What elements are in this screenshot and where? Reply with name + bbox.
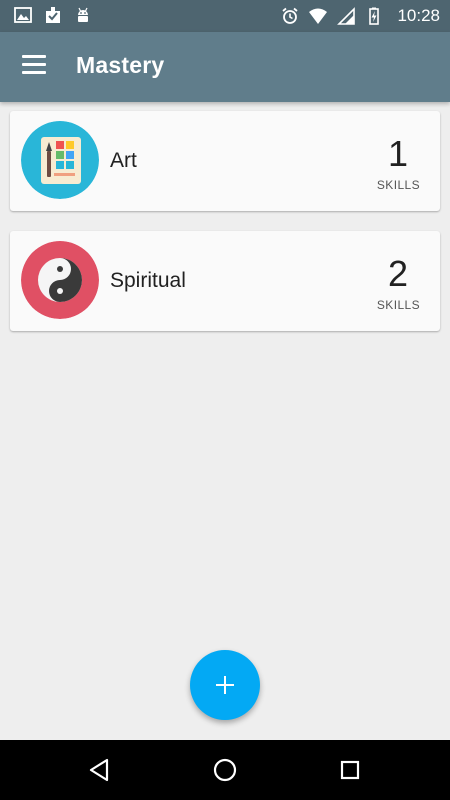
wifi-icon [309, 8, 328, 24]
yin-yang-icon [21, 241, 99, 319]
menu-icon[interactable] [22, 55, 48, 79]
app-title: Mastery [76, 52, 165, 78]
navigation-bar [0, 740, 450, 800]
skill-count-label: SKILLS [376, 178, 420, 192]
skill-count: 1 [387, 133, 408, 174]
download-done-icon [46, 7, 60, 23]
signal-icon [337, 7, 356, 25]
screen: 10:28 Mastery Art 1 SKILLS Spiritual 2 S… [0, 0, 450, 800]
image-icon [14, 7, 32, 23]
category-name: Art [110, 149, 137, 172]
add-icon [216, 676, 234, 694]
android-icon [78, 7, 88, 22]
add-category-button[interactable] [190, 650, 260, 720]
app-bar: Mastery [0, 32, 450, 102]
back-icon[interactable] [85, 755, 115, 785]
home-icon[interactable] [210, 755, 240, 785]
status-bar: 10:28 [0, 0, 450, 32]
recents-icon[interactable] [335, 755, 365, 785]
alarm-icon [282, 7, 299, 24]
art-palette-icon [21, 121, 99, 199]
battery-charging-icon [369, 7, 380, 25]
category-card-art[interactable]: Art 1 SKILLS [10, 111, 440, 211]
category-name: Spiritual [110, 269, 186, 292]
status-time: 10:28 [397, 6, 440, 25]
category-card-spiritual[interactable]: Spiritual 2 SKILLS [10, 231, 440, 331]
skill-count-label: SKILLS [376, 298, 420, 312]
skill-count: 2 [387, 253, 408, 294]
